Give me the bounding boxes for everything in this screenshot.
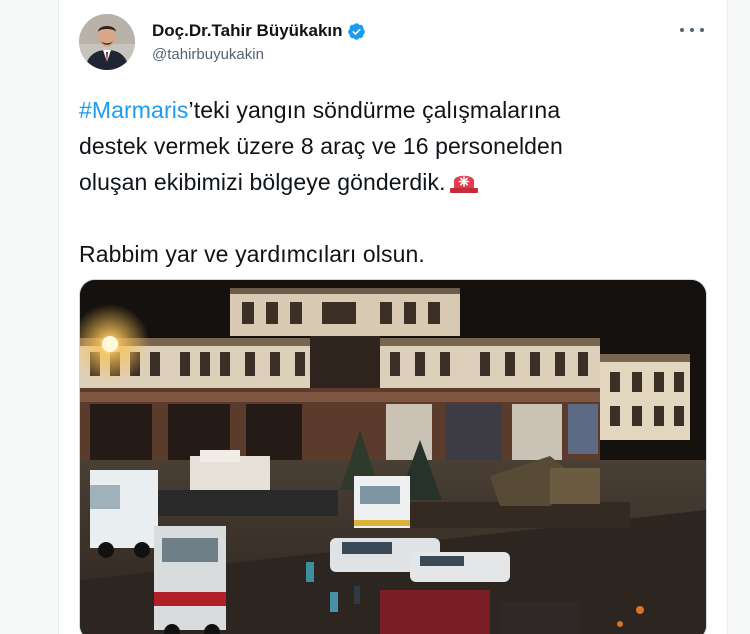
more-dot — [700, 28, 704, 32]
tweet-page: Doç.Dr.Tahir Büyükakın @tahirbuyukakin #… — [0, 0, 750, 634]
more-dot — [690, 28, 694, 32]
tweet-text-line-4: Rabbim yar ve yardımcıları olsun. — [79, 241, 425, 267]
tweet-text-fragment: oluşan ekibimizi bölgeye gönderdik. — [79, 169, 446, 195]
tweet-text-fragment: ’teki yangın söndürme çalışmalarına — [188, 97, 561, 123]
author-display-name[interactable]: Doç.Dr.Tahir Büyükakın — [152, 21, 343, 41]
more-options-icon[interactable] — [680, 20, 704, 40]
tweet-text-line-3: oluşan ekibimizi bölgeye gönderdik. — [79, 164, 699, 200]
avatar-image — [79, 14, 135, 70]
tweet-media-photo[interactable] — [79, 279, 707, 634]
tweet-text-line-2: destek vermek üzere 8 araç ve 16 persone… — [79, 133, 563, 159]
tweet-text-line-1: #Marmaris’teki yangın söndürme çalışmala… — [79, 92, 699, 128]
more-dot — [680, 28, 684, 32]
avatar[interactable] — [79, 14, 135, 70]
hashtag-link[interactable]: #Marmaris — [79, 97, 189, 123]
photo-fire-trucks — [80, 280, 706, 634]
author-handle[interactable]: @tahirbuyukakin — [152, 46, 264, 63]
tweet-text: #Marmaris’teki yangın söndürme çalışmala… — [79, 92, 699, 272]
author-name-row[interactable]: Doç.Dr.Tahir Büyükakın — [152, 20, 366, 42]
rotating-light-icon — [449, 168, 479, 194]
verified-badge-icon — [347, 22, 366, 41]
